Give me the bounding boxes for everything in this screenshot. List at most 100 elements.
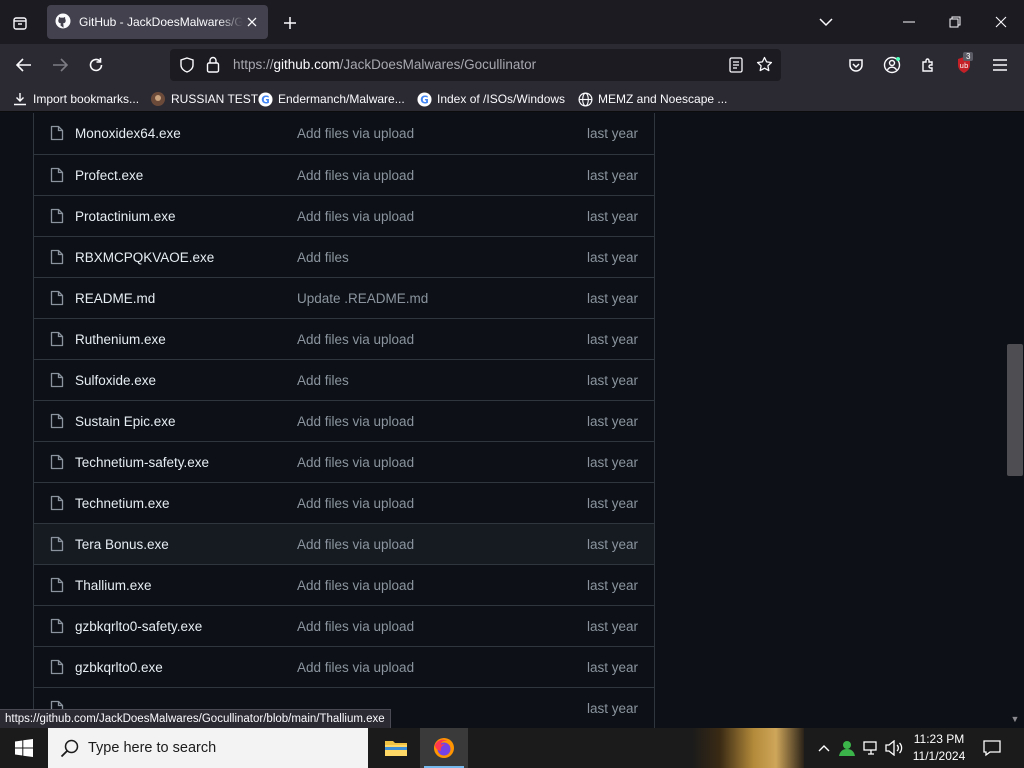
- file-name-link[interactable]: Sulfoxide.exe: [75, 373, 156, 388]
- file-row[interactable]: Sulfoxide.exe Add files last year: [34, 359, 654, 400]
- url-host: github.com: [273, 57, 340, 72]
- reload-icon[interactable]: [82, 51, 110, 79]
- page-scrollbar-thumb[interactable]: [1007, 344, 1023, 476]
- file-name-link[interactable]: gzbkqrlto0-safety.exe: [75, 619, 202, 634]
- pocket-icon[interactable]: [842, 51, 870, 79]
- file-row[interactable]: Tera Bonus.exe Add files via upload last y…: [34, 523, 654, 564]
- commit-message-link[interactable]: Add files via upload: [297, 455, 414, 470]
- commit-message-link[interactable]: Add files via upload: [297, 537, 414, 552]
- file-row[interactable]: Protactinium.exe Add files via upload last…: [34, 195, 654, 236]
- bookmark-memz[interactable]: MEMZ and Noescape ...: [577, 90, 727, 108]
- file-name-link[interactable]: Ruthenium.exe: [75, 332, 166, 347]
- file-row[interactable]: Ruthenium.exe Add files via upload last ye…: [34, 318, 654, 359]
- notification-icon[interactable]: [980, 736, 1004, 760]
- file-icon: [50, 249, 64, 265]
- commit-message-link[interactable]: Add files: [297, 250, 349, 265]
- bookmark-import[interactable]: Import bookmarks...: [12, 90, 139, 108]
- globe-icon: [577, 91, 593, 107]
- search-placeholder: Type here to search: [88, 740, 217, 756]
- commit-message-link[interactable]: Add files via upload: [297, 126, 414, 141]
- file-row[interactable]: README.md Update .README.md last year: [34, 277, 654, 318]
- commit-message-link[interactable]: Add files via upload: [297, 332, 414, 347]
- svg-text:G: G: [420, 94, 428, 106]
- file-row[interactable]: Sustain Epic.exe Add files via upload last…: [34, 400, 654, 441]
- file-name-link[interactable]: gzbkqrlto0.exe: [75, 660, 163, 675]
- file-row[interactable]: Profect.exe Add files via upload last year: [34, 154, 654, 195]
- taskbar-search-box[interactable]: Type here to search: [48, 728, 368, 768]
- volume-icon[interactable]: [884, 738, 904, 758]
- file-name-link[interactable]: Monoxidex64.exe: [75, 126, 181, 141]
- file-row[interactable]: Monoxidex64.exe Add files via upload last …: [34, 113, 654, 154]
- network-icon[interactable]: [861, 738, 881, 758]
- account-icon[interactable]: [878, 51, 906, 79]
- google-favicon-icon: G: [416, 91, 432, 107]
- file-name-link[interactable]: README.md: [75, 291, 155, 306]
- file-name-link[interactable]: Technetium-safety.exe: [75, 455, 209, 470]
- tab-list-icon[interactable]: [6, 9, 34, 37]
- site-favicon-icon: [150, 91, 166, 107]
- file-icon: [50, 208, 64, 224]
- commit-message-link[interactable]: Add files via upload: [297, 209, 414, 224]
- back-arrow-icon[interactable]: [10, 51, 38, 79]
- commit-message-link[interactable]: Update .README.md: [297, 291, 428, 306]
- file-row[interactable]: Technetium.exe Add files via upload last y…: [34, 482, 654, 523]
- search-icon: [60, 738, 80, 758]
- file-name-link[interactable]: Protactinium.exe: [75, 209, 176, 224]
- file-name-link[interactable]: Profect.exe: [75, 168, 143, 183]
- bookmark-index-isos[interactable]: G Index of /ISOs/Windows: [416, 90, 565, 108]
- file-row[interactable]: gzbkqrlto0-safety.exe Add files via uploa…: [34, 605, 654, 646]
- bookmark-russian-test[interactable]: RUSSIAN TEST: [150, 90, 258, 108]
- file-row[interactable]: gzbkqrlto0.exe Add files via upload last y…: [34, 646, 654, 687]
- minimize-icon[interactable]: [886, 0, 932, 44]
- app-menu-icon[interactable]: [986, 51, 1014, 79]
- bookmark-endermanch[interactable]: G Endermanch/Malware...: [257, 90, 405, 108]
- restore-icon[interactable]: [932, 0, 978, 44]
- reader-view-icon[interactable]: [729, 57, 743, 78]
- url-text[interactable]: https://github.com/JackDoesMalwares/Gocu…: [233, 57, 536, 72]
- lock-icon[interactable]: [206, 56, 220, 78]
- tab-close-icon[interactable]: [244, 14, 260, 30]
- file-name-link[interactable]: Sustain Epic.exe: [75, 414, 176, 429]
- file-icon: [50, 290, 64, 306]
- close-window-icon[interactable]: [978, 0, 1024, 44]
- commit-message-link[interactable]: Add files via upload: [297, 619, 414, 634]
- file-row[interactable]: Thallium.exe Add files via upload last yea…: [34, 564, 654, 605]
- windows-start-icon[interactable]: [0, 728, 48, 768]
- tracking-protection-shield-icon[interactable]: [179, 57, 195, 78]
- taskbar-clock[interactable]: 11:23 PM 11/1/2024: [904, 731, 974, 765]
- commit-message-link[interactable]: Add files via upload: [297, 414, 414, 429]
- commit-message-link[interactable]: Add files via upload: [297, 660, 414, 675]
- bookmark-label: MEMZ and Noescape ...: [598, 92, 728, 106]
- forward-arrow-icon[interactable]: [46, 51, 74, 79]
- file-name-link[interactable]: RBXMCPQKVAOE.exe: [75, 250, 214, 265]
- commit-date: last year: [586, 291, 638, 306]
- tab-title: GitHub - JackDoesMalwares/Gocullinator: [79, 15, 243, 29]
- file-explorer-icon[interactable]: [372, 728, 420, 768]
- file-name-link[interactable]: Thallium.exe: [75, 578, 152, 593]
- user-tray-icon[interactable]: [837, 738, 857, 758]
- svg-text:G: G: [261, 94, 269, 106]
- file-row[interactable]: Technetium-safety.exe Add files via uploa…: [34, 441, 654, 482]
- browser-tab-active[interactable]: GitHub - JackDoesMalwares/Gocullinator: [47, 5, 268, 39]
- commit-message-link[interactable]: Add files: [297, 373, 349, 388]
- commit-date: last year: [586, 660, 638, 675]
- commit-message-link[interactable]: Add files via upload: [297, 578, 414, 593]
- commit-message-link[interactable]: Add files via upload: [297, 496, 414, 511]
- url-bar[interactable]: https://github.com/JackDoesMalwares/Gocu…: [170, 49, 781, 81]
- file-name-link[interactable]: Tera Bonus.exe: [75, 537, 169, 552]
- browser-titlebar: GitHub - JackDoesMalwares/Gocullinator: [0, 0, 1024, 44]
- commit-date: last year: [586, 332, 638, 347]
- google-favicon-icon: G: [257, 91, 273, 107]
- bookmark-star-icon[interactable]: [756, 56, 773, 78]
- list-all-tabs-icon[interactable]: [803, 0, 849, 44]
- new-tab-button[interactable]: [276, 9, 304, 37]
- bookmarks-toolbar: Import bookmarks... RUSSIAN TEST G Ender…: [0, 86, 1024, 112]
- ublock-origin-icon[interactable]: ub 3: [950, 51, 978, 79]
- file-name-link[interactable]: Technetium.exe: [75, 496, 170, 511]
- extensions-puzzle-icon[interactable]: [914, 51, 942, 79]
- firefox-taskbar-icon[interactable]: [420, 728, 468, 768]
- file-row[interactable]: RBXMCPQKVAOE.exe Add files last year: [34, 236, 654, 277]
- scroll-down-arrow-icon[interactable]: ▼: [1009, 714, 1021, 724]
- commit-message-link[interactable]: Add files via upload: [297, 168, 414, 183]
- show-hidden-icons-chevron-icon[interactable]: [814, 738, 834, 758]
